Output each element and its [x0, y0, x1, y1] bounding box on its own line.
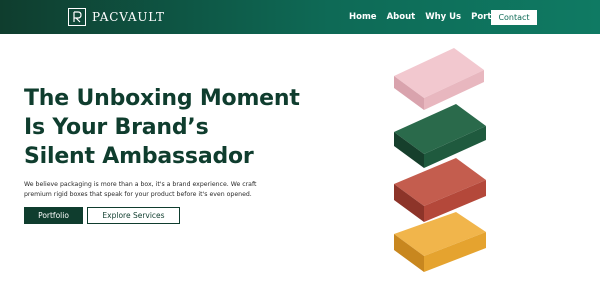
contact-button[interactable]: Contact — [491, 10, 537, 25]
logo-text: PACVAULT — [92, 10, 165, 24]
hero-title: The Unboxing Moment Is Your Brand’s Sile… — [24, 84, 324, 171]
nav-home-link[interactable]: Home — [349, 12, 377, 23]
stacked-boxes-illustration — [380, 38, 500, 278]
yellow-box — [394, 212, 486, 272]
hero-title-line-2: Is Your Brand’s — [24, 115, 209, 140]
hero-description: We believe packaging is more than a box,… — [24, 180, 284, 200]
logo-icon — [68, 8, 86, 26]
nav-why-us-link[interactable]: Why Us — [425, 12, 461, 23]
logo[interactable]: PACVAULT — [68, 8, 165, 26]
nav-links: Home About Why Us Portfolio — [349, 12, 513, 23]
hero-description-line-1: We believe packaging is more than a box,… — [24, 181, 257, 188]
portfolio-button[interactable]: Portfolio — [24, 207, 83, 224]
hero-description-line-2: premium rigid boxes that speak for your … — [24, 191, 252, 198]
pink-box — [394, 48, 484, 110]
hero-title-line-1: The Unboxing Moment — [24, 86, 300, 111]
explore-services-button[interactable]: Explore Services — [87, 207, 180, 224]
hero-title-line-3: Silent Ambassador — [24, 144, 254, 169]
top-navbar: PACVAULT Home About Why Us Portfolio Con… — [0, 0, 600, 34]
green-box — [394, 104, 486, 168]
nav-about-link[interactable]: About — [387, 12, 416, 23]
red-box — [394, 158, 486, 222]
